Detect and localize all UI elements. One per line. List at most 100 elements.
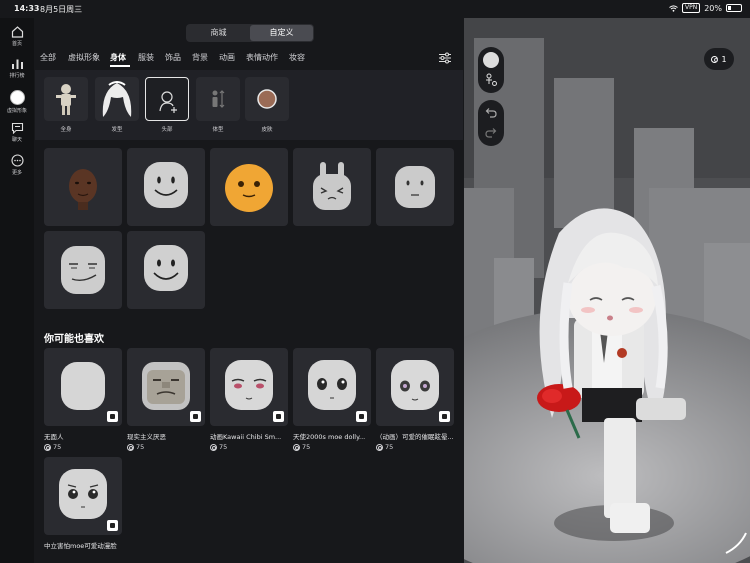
side-nav: 首页 排行榜 虚拟形象 聊天 更多	[0, 18, 34, 563]
tab-accessories[interactable]: 饰品	[165, 52, 181, 63]
item-name[interactable]: （动画）可爱的催眠眩晕...	[376, 431, 458, 441]
wifi-icon	[669, 4, 678, 12]
home-icon	[11, 26, 23, 38]
head-card-bunny[interactable]	[293, 148, 371, 226]
tab-emotes[interactable]: 表情动作	[246, 52, 278, 63]
battery-icon	[726, 4, 742, 12]
shop-custom-toggle: 商城 自定义	[186, 24, 314, 42]
subcat-skin[interactable]	[245, 77, 289, 121]
mannequin-icon	[56, 84, 76, 115]
currency-pill[interactable]: 1	[704, 48, 734, 70]
nav-avatar[interactable]: 虚拟形象	[0, 90, 34, 114]
orange-blob-head-icon	[225, 164, 273, 212]
hair-icon	[102, 81, 132, 117]
chart-icon	[11, 59, 23, 69]
body-subcategory-panel: 全身 发型 头部 体型 皮肤	[35, 70, 463, 140]
robux-icon	[44, 443, 51, 451]
filter-icon[interactable]	[438, 52, 452, 64]
try-on-badge-icon	[190, 411, 201, 422]
avatar-preview[interactable]	[464, 18, 750, 563]
chat-icon	[11, 122, 23, 134]
head-add-icon	[159, 91, 177, 113]
try-on-badge-icon	[273, 411, 284, 422]
currency-count: 1	[721, 54, 727, 64]
item-name[interactable]: 动画Kawaii Chibi Sm...	[210, 431, 292, 441]
subcat-label: 发型	[111, 127, 123, 133]
body-type-icon	[212, 90, 225, 108]
recommend-card-3[interactable]	[210, 348, 288, 426]
nav-label: 更多	[11, 170, 22, 176]
status-right: VPN 20%	[669, 3, 742, 13]
tab-animations[interactable]: 动画	[219, 52, 235, 63]
recommend-title: 你可能也喜欢	[44, 334, 104, 345]
item-name[interactable]: 中立害怕moe可爱动漫脸	[44, 540, 154, 550]
robux-icon	[376, 443, 383, 451]
nav-chat[interactable]: 聊天	[0, 122, 34, 143]
subcat-full-body[interactable]	[44, 77, 88, 121]
robux-icon	[293, 443, 300, 451]
undo-icon[interactable]	[484, 107, 498, 119]
status-time: 14:33	[14, 4, 40, 13]
robux-icon	[210, 443, 217, 451]
subcat-label: 头部	[161, 127, 173, 133]
undo-redo-pill	[478, 100, 504, 146]
robux-icon	[127, 443, 134, 451]
recommend-card-6[interactable]	[44, 457, 122, 535]
try-on-badge-icon	[356, 411, 367, 422]
nav-label: 首页	[11, 41, 22, 47]
tab-clothing[interactable]: 服装	[138, 52, 154, 63]
tab-avatar[interactable]: 虚拟形象	[68, 52, 100, 63]
recommend-card-4[interactable]	[293, 348, 371, 426]
nav-label: 聊天	[11, 137, 22, 143]
item-name[interactable]: 无面人	[44, 431, 126, 441]
head-card-classic-smile[interactable]	[127, 231, 205, 309]
subcat-label: 体型	[212, 127, 224, 133]
item-price: 75	[376, 443, 393, 451]
head-card-plain[interactable]	[376, 148, 454, 226]
head-card-man-face[interactable]	[44, 231, 122, 309]
head-card-smile[interactable]	[127, 148, 205, 226]
subcat-hair[interactable]	[95, 77, 139, 121]
avatar-tools-pill	[478, 47, 504, 93]
try-on-badge-icon	[107, 411, 118, 422]
subcat-head[interactable]	[145, 77, 189, 121]
subcat-label: 全身	[60, 127, 72, 133]
recommend-card-2[interactable]	[127, 348, 205, 426]
classic-smile-head-icon	[144, 245, 188, 291]
subcat-label: 皮肤	[261, 127, 273, 133]
status-bar: 14:33 8月5日周三 VPN 20%	[0, 0, 750, 18]
item-name[interactable]: 现实主义厌恶	[127, 431, 209, 441]
avatar-icon	[9, 90, 25, 105]
vpn-badge: VPN	[682, 3, 701, 13]
recommend-card-5[interactable]	[376, 348, 454, 426]
tab-shop[interactable]: 商城	[187, 25, 250, 41]
item-name[interactable]: 天使2000s moe dolly...	[293, 431, 375, 441]
tab-body[interactable]: 身体	[110, 52, 126, 63]
plain-head-icon	[395, 166, 435, 208]
redo-icon[interactable]	[484, 127, 498, 139]
recommend-card-1[interactable]	[44, 348, 122, 426]
tab-backgrounds[interactable]: 背景	[192, 52, 208, 63]
body-scale-icon[interactable]	[484, 73, 498, 87]
tab-custom[interactable]: 自定义	[250, 25, 313, 41]
bunny-head-icon	[313, 162, 351, 210]
avatar-thumb-icon[interactable]	[483, 52, 499, 68]
active-tab-indicator	[110, 65, 130, 67]
item-price: 75	[44, 443, 61, 451]
nav-home[interactable]: 首页	[0, 26, 34, 47]
avatar-scene	[464, 18, 750, 563]
subcat-body-type[interactable]	[196, 77, 240, 121]
smile-head-icon	[144, 162, 188, 208]
dark-skin-head-icon	[69, 169, 97, 210]
nav-more[interactable]: 更多	[0, 154, 34, 176]
skin-color-icon	[257, 89, 277, 109]
nav-label: 排行榜	[9, 73, 25, 79]
tab-all[interactable]: 全部	[40, 52, 56, 63]
item-price: 75	[210, 443, 227, 451]
more-icon	[10, 154, 24, 167]
nav-leaderboard[interactable]: 排行榜	[0, 58, 34, 79]
item-price: 75	[293, 443, 310, 451]
head-card-orange-blob[interactable]	[210, 148, 288, 226]
head-card-dark-skin[interactable]	[44, 148, 122, 226]
tab-makeup[interactable]: 妆容	[289, 52, 305, 63]
